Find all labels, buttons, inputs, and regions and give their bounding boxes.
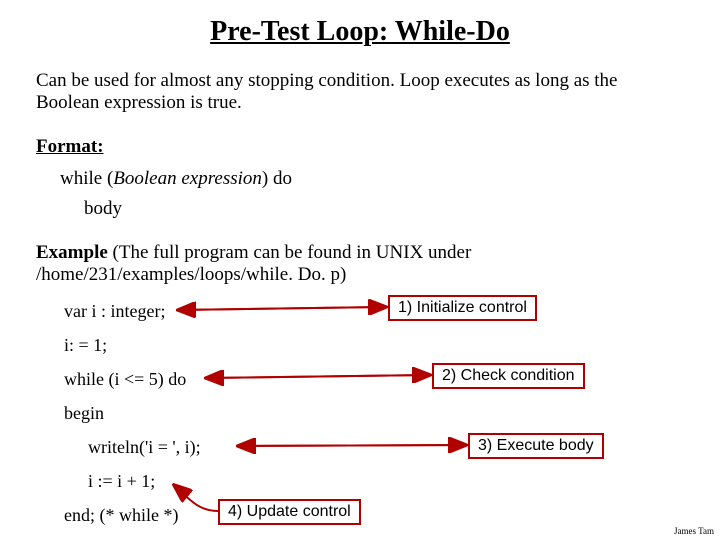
format-heading: Format: — [36, 136, 684, 158]
format-expr: Boolean expression — [113, 168, 262, 189]
slide-title: Pre-Test Loop: While-Do — [36, 16, 684, 48]
example-heading-bold: Example — [36, 242, 108, 263]
arrow-initialize-icon — [36, 295, 686, 535]
format-line: while (Boolean expression) do — [60, 168, 684, 190]
slide: Pre-Test Loop: While-Do Can be used for … — [0, 0, 720, 540]
example-heading: Example (The full program can be found i… — [36, 242, 684, 288]
format-pre: while ( — [60, 168, 113, 189]
author-footer: James Tam — [674, 526, 714, 536]
format-body: body — [84, 198, 684, 220]
intro-text: Can be used for almost any stopping cond… — [36, 70, 684, 114]
format-post: ) do — [262, 168, 292, 189]
